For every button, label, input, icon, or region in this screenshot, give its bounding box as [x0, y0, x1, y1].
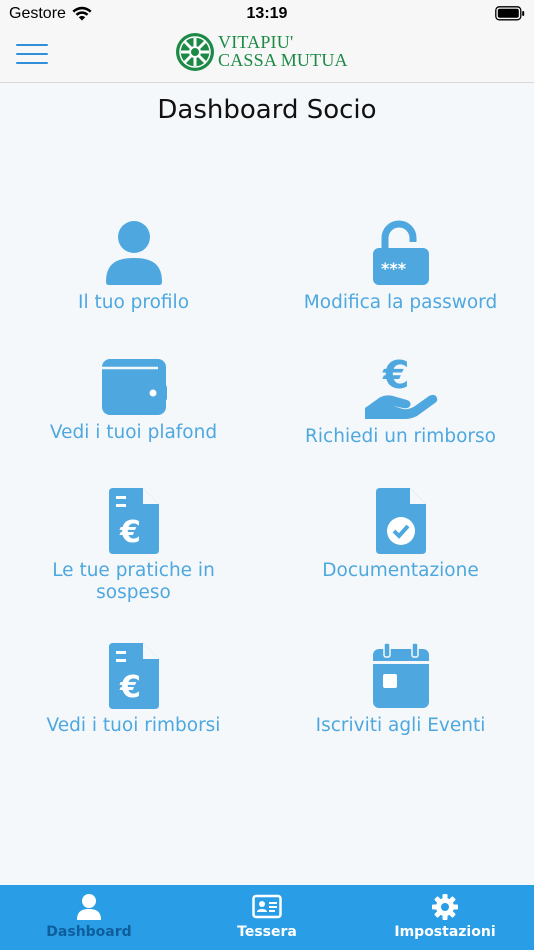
tab-dashboard[interactable]: Dashboard — [0, 885, 178, 950]
svg-text:€: € — [382, 354, 409, 397]
hamburger-menu-button[interactable] — [16, 44, 48, 66]
bottom-tab-bar: Dashboard Tessera Impostazioni — [0, 885, 534, 950]
svg-text:***: *** — [381, 259, 407, 278]
battery-icon — [495, 6, 525, 26]
user-icon — [105, 221, 162, 285]
tile-pending-cases[interactable]: € Le tue pratiche in sospeso — [0, 488, 267, 604]
euro-hand-icon: € — [364, 354, 437, 419]
tab-impostazioni[interactable]: Impostazioni — [356, 885, 534, 950]
svg-text:€: € — [119, 670, 141, 705]
clock: 13:19 — [246, 5, 288, 22]
logo-line-1: VITAPIU' — [218, 32, 294, 52]
calendar-icon — [372, 643, 429, 708]
page-title: Dashboard Socio — [157, 95, 377, 125]
tile-label: Il tuo profilo — [77, 292, 190, 313]
tab-tessera[interactable]: Tessera — [178, 885, 356, 950]
svg-text:€: € — [119, 515, 141, 550]
logo-mark-icon — [176, 33, 214, 71]
user-icon — [77, 894, 101, 920]
id-card-icon — [252, 894, 282, 919]
wallet-icon — [101, 359, 167, 415]
brand-logo: VITAPIU' CASSA MUTUA — [174, 31, 364, 75]
tile-change-password[interactable]: *** Modifica la password — [267, 220, 534, 314]
menu-line — [16, 53, 48, 55]
euro-document-icon: € — [108, 488, 159, 554]
tile-label: Iscriviti agli Eventi — [315, 715, 486, 736]
tile-label: Modifica la password — [303, 292, 498, 313]
tile-my-refunds[interactable]: € Vedi i tuoi rimborsi — [0, 643, 267, 737]
app-header: VITAPIU' CASSA MUTUA — [0, 28, 534, 83]
menu-line — [16, 44, 48, 46]
tab-label: Dashboard — [46, 924, 132, 940]
tile-label: Le tue pratiche in sospeso — [52, 560, 215, 603]
gear-icon — [432, 894, 458, 920]
tab-label: Impostazioni — [394, 924, 496, 940]
unlock-password-icon: *** — [372, 220, 429, 285]
tile-label: Documentazione — [322, 560, 479, 581]
tile-documentation[interactable]: Documentazione — [267, 488, 534, 582]
tile-label: Vedi i tuoi plafond — [49, 422, 218, 443]
euro-document-icon: € — [108, 643, 159, 709]
tile-plafond[interactable]: Vedi i tuoi plafond — [0, 358, 267, 444]
status-bar: Gestore 13:19 — [0, 0, 534, 28]
tile-label: Richiedi un rimborso — [305, 426, 496, 447]
tile-label: Vedi i tuoi rimborsi — [46, 715, 221, 736]
logo-line-2: CASSA MUTUA — [218, 50, 348, 70]
tile-profile[interactable]: Il tuo profilo — [0, 220, 267, 314]
tile-request-refund[interactable]: € Richiedi un rimborso — [267, 354, 534, 448]
menu-line — [16, 62, 48, 64]
tile-events[interactable]: Iscriviti agli Eventi — [267, 643, 534, 737]
tab-label: Tessera — [237, 924, 297, 940]
document-check-icon — [375, 488, 426, 554]
